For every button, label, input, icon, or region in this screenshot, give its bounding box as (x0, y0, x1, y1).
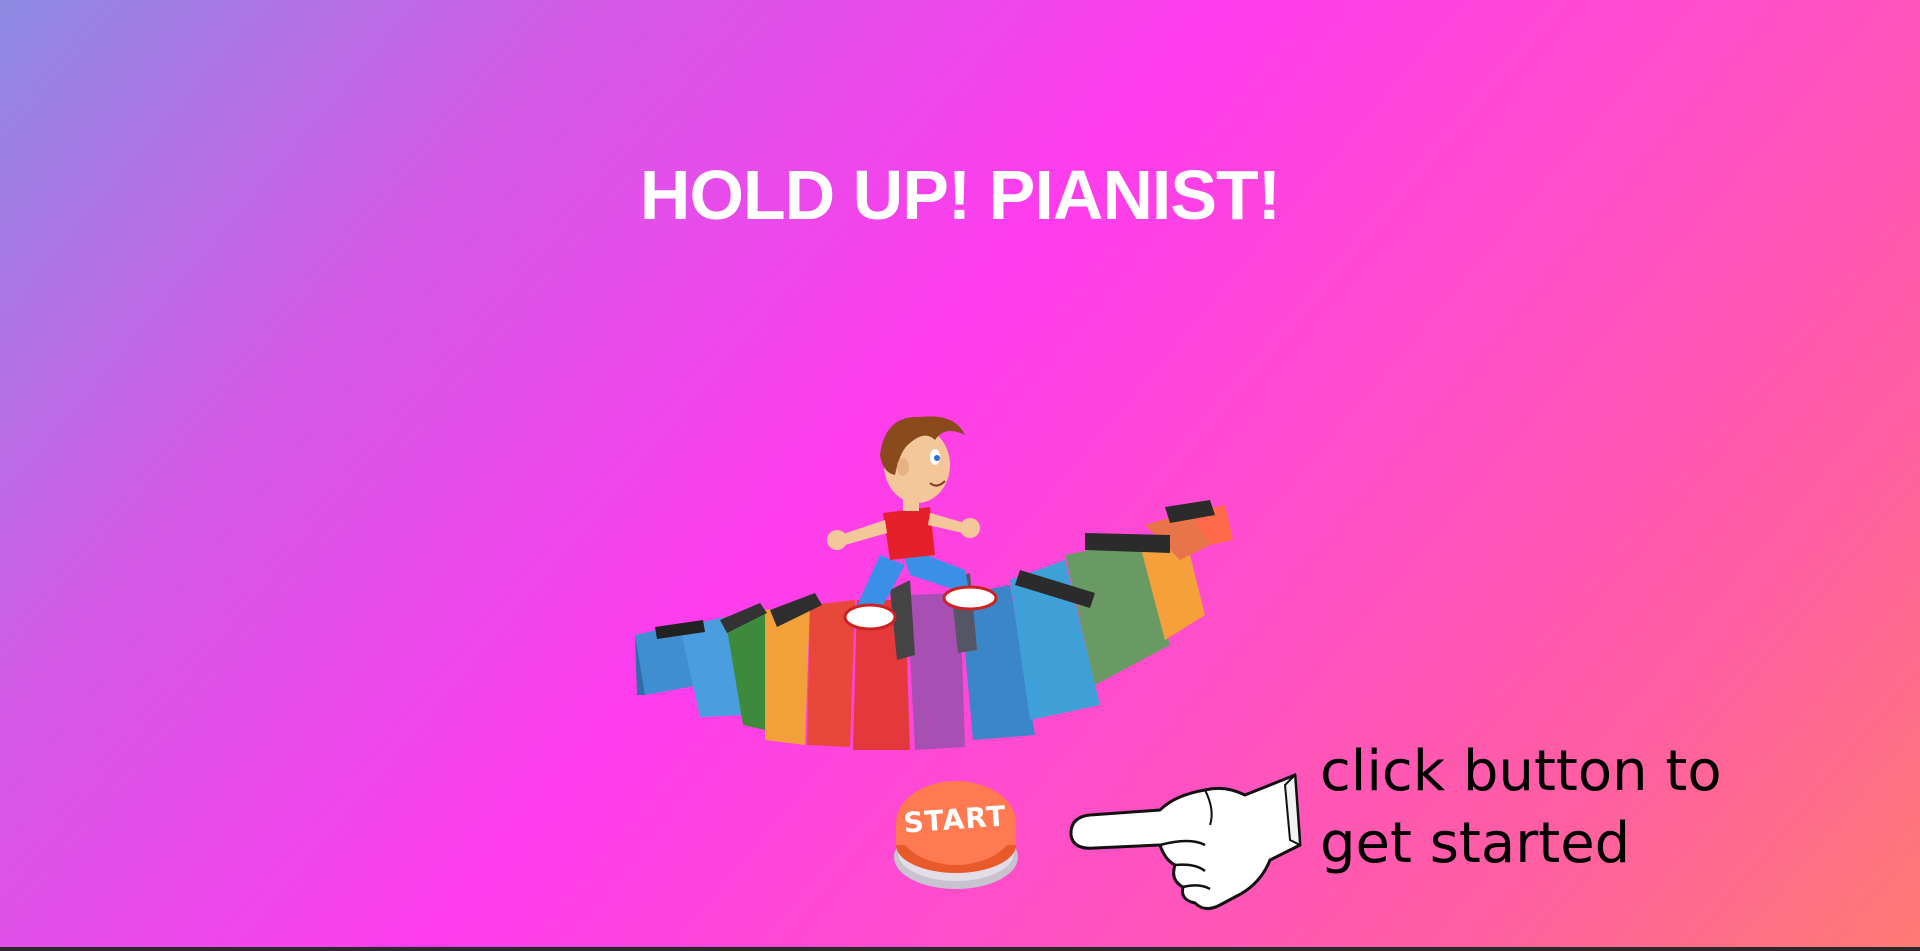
piano-keys (635, 500, 1233, 750)
bottom-edge-bar (0, 947, 1920, 951)
pointing-hand-icon (1065, 765, 1305, 915)
instruction-line-1: click button to (1320, 739, 1722, 804)
hero-illustration (625, 395, 1290, 755)
page-title: HOLD UP! PIANIST! (639, 156, 1281, 234)
piano-keys-boy-image (635, 416, 1233, 750)
start-button[interactable]: START (893, 775, 1023, 893)
instruction-line-2: get started (1320, 811, 1631, 876)
instruction-text: click button to get started (1320, 736, 1740, 880)
